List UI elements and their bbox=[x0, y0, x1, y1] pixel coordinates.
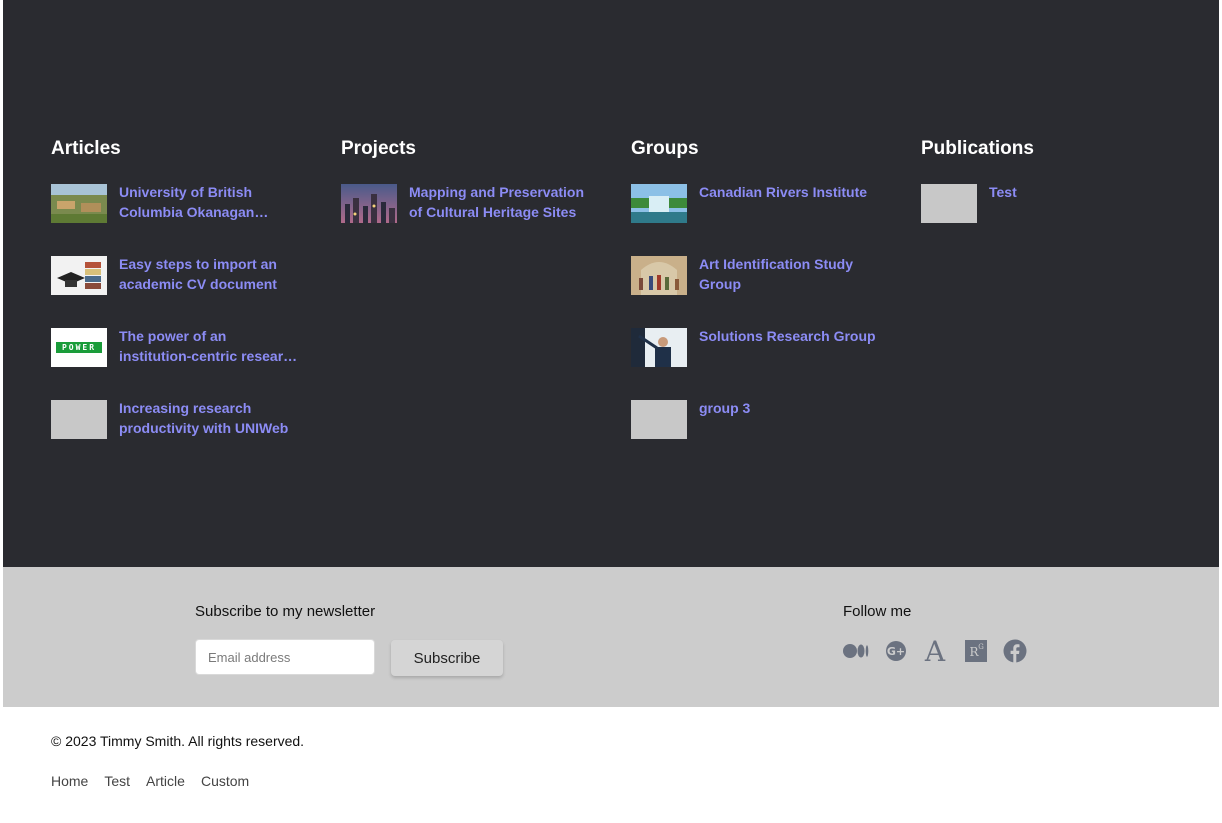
groups-heading: Groups bbox=[631, 138, 699, 159]
group-item: Art Identification Study Group bbox=[631, 254, 881, 326]
group-link[interactable]: group 3 bbox=[699, 398, 879, 418]
newsletter-section: Subscribe to my newsletter Subscribe Fol… bbox=[3, 567, 1219, 707]
group-thumbnail[interactable] bbox=[631, 328, 687, 367]
researchgate-icon[interactable]: R G bbox=[963, 637, 989, 665]
article-thumbnail[interactable] bbox=[51, 184, 107, 223]
article-item: University of British Columbia Okanagan… bbox=[51, 182, 301, 254]
facebook-icon[interactable] bbox=[1002, 637, 1028, 665]
articles-heading: Articles bbox=[51, 138, 121, 159]
svg-text:A: A bbox=[924, 638, 946, 664]
footer-link-article[interactable]: Article bbox=[146, 773, 185, 789]
academia-icon[interactable]: A bbox=[922, 637, 948, 665]
group-link[interactable]: Canadian Rivers Institute bbox=[699, 182, 879, 202]
project-link[interactable]: Mapping and Preservation of Cultural Her… bbox=[409, 182, 589, 222]
article-link[interactable]: Increasing research productivity with UN… bbox=[119, 398, 299, 438]
group-link[interactable]: Solutions Research Group bbox=[699, 326, 879, 346]
group-item: Solutions Research Group bbox=[631, 326, 881, 398]
article-item: Easy steps to import an academic CV docu… bbox=[51, 254, 301, 326]
project-thumbnail[interactable] bbox=[341, 184, 397, 223]
group-item: Canadian Rivers Institute bbox=[631, 182, 881, 254]
article-item: POWER The power of an institution-centri… bbox=[51, 326, 301, 398]
email-input[interactable] bbox=[195, 639, 375, 675]
article-item: Increasing research productivity with UN… bbox=[51, 398, 301, 470]
footer-link-custom[interactable]: Custom bbox=[201, 773, 249, 789]
svg-text:G+: G+ bbox=[887, 645, 905, 658]
follow-title: Follow me bbox=[843, 603, 912, 620]
footer-link-home[interactable]: Home bbox=[51, 773, 88, 789]
article-thumbnail[interactable]: POWER bbox=[51, 328, 107, 367]
power-logo: POWER bbox=[56, 342, 102, 353]
articles-column: Articles University of British Columbia … bbox=[51, 137, 301, 470]
publication-thumbnail-placeholder[interactable] bbox=[921, 184, 977, 223]
subscribe-button[interactable]: Subscribe bbox=[391, 640, 503, 676]
footer: © 2023 Timmy Smith. All rights reserved.… bbox=[3, 707, 1219, 823]
newsletter-title: Subscribe to my newsletter bbox=[195, 603, 376, 620]
copyright-text: © 2023 Timmy Smith. All rights reserved. bbox=[51, 733, 305, 749]
publications-heading: Publications bbox=[921, 138, 1034, 159]
group-thumbnail-placeholder[interactable] bbox=[631, 400, 687, 439]
group-item: group 3 bbox=[631, 398, 881, 470]
publication-item: Test bbox=[921, 182, 1171, 254]
article-thumbnail[interactable] bbox=[51, 256, 107, 295]
project-item: Mapping and Preservation of Cultural Her… bbox=[341, 182, 591, 254]
projects-heading: Projects bbox=[341, 138, 416, 159]
footer-link-test[interactable]: Test bbox=[104, 773, 130, 789]
article-link[interactable]: Easy steps to import an academic CV docu… bbox=[119, 254, 299, 294]
content-section: Articles University of British Columbia … bbox=[3, 0, 1219, 567]
groups-column: Groups Canadian Rivers Institute Art Ide… bbox=[631, 137, 881, 470]
group-thumbnail[interactable] bbox=[631, 184, 687, 223]
group-link[interactable]: Art Identification Study Group bbox=[699, 254, 879, 294]
article-link[interactable]: The power of an institution-centric rese… bbox=[119, 326, 299, 366]
svg-text:G: G bbox=[978, 643, 984, 651]
google-plus-icon[interactable]: G+ bbox=[883, 637, 909, 665]
publication-link[interactable]: Test bbox=[989, 182, 1169, 202]
medium-icon[interactable] bbox=[843, 637, 869, 665]
article-thumbnail-placeholder[interactable] bbox=[51, 400, 107, 439]
projects-column: Projects Mapping and Preservation of Cul… bbox=[341, 137, 591, 254]
footer-nav: Home Test Article Custom bbox=[51, 773, 249, 789]
article-link[interactable]: University of British Columbia Okanagan… bbox=[119, 182, 299, 222]
group-thumbnail[interactable] bbox=[631, 256, 687, 295]
publications-column: Publications Test bbox=[921, 137, 1171, 254]
